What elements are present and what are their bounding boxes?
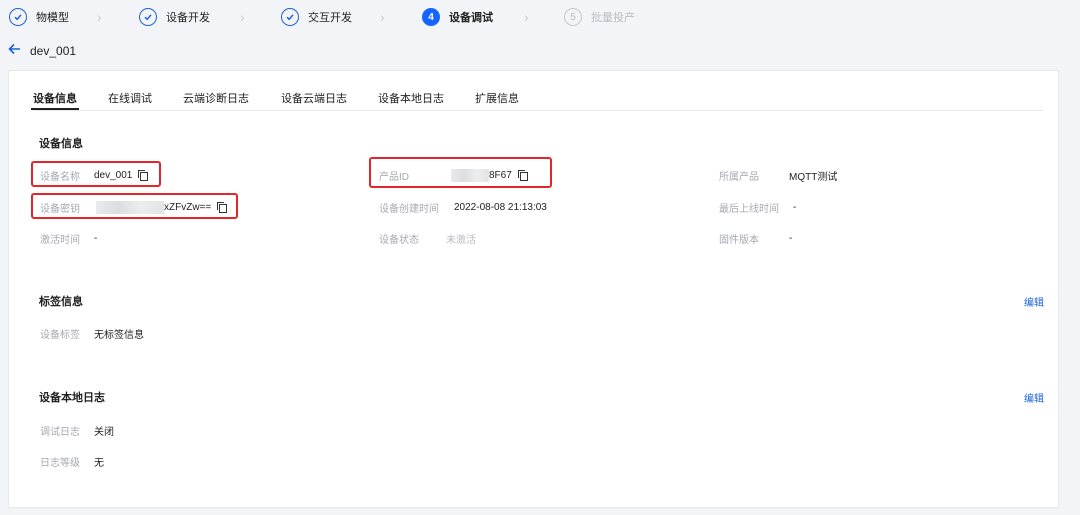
tab-device-info[interactable]: 设备信息 [31,90,79,110]
field-label: 激活时间 [40,234,80,246]
field-label: 设备创建时间 [379,203,439,215]
progress-stepper: 物模型 › 设备开发 › 交互开发 › 4 设备调试 › 5 批量投产 [0,0,1080,34]
field-activated-time: 激活时间 - [40,231,98,246]
chevron-right-icon: › [524,9,529,25]
step-label: 设备调试 [449,12,493,24]
step-label: 交互开发 [308,12,352,24]
step-thing-model[interactable]: 物模型 [9,7,69,27]
highlight-box [369,157,552,188]
field-label: 设备标签 [40,329,80,341]
edit-tag-link[interactable]: 编辑 [1024,294,1044,309]
tab-bar: 设备信息 在线调试 云端诊断日志 设备云端日志 设备本地日志 扩展信息 [31,90,1043,111]
page-header: dev_001 [8,43,76,58]
step-label: 批量投产 [591,12,635,24]
tab-device-local-log[interactable]: 设备本地日志 [378,90,444,106]
log-level-value: 无 [94,457,104,469]
created-time-value: 2022-08-08 21:13:03 [454,201,547,213]
field-log-level: 日志等级 无 [40,454,104,469]
highlight-box [31,161,161,187]
check-icon [281,8,299,26]
product-value: MQTT测试 [789,171,838,183]
tab-online-debug[interactable]: 在线调试 [108,90,152,106]
field-label: 固件版本 [719,234,759,246]
chevron-right-icon: › [97,9,102,25]
chevron-right-icon: › [380,9,385,25]
field-label: 所属产品 [719,171,759,183]
device-detail-card: 设备信息 在线调试 云端诊断日志 设备云端日志 设备本地日志 扩展信息 设备信息… [8,70,1059,508]
check-icon [139,8,157,26]
device-tag-value: 无标签信息 [94,329,144,341]
field-last-online: 最后上线时间 - [719,200,797,215]
field-created-time: 设备创建时间 2022-08-08 21:13:03 [379,200,547,215]
field-label: 调试日志 [40,426,80,438]
device-status-value: 未激活 [446,234,476,246]
activated-time-value: - [94,232,98,244]
tab-device-cloud-log[interactable]: 设备云端日志 [281,90,347,106]
step-device-dev[interactable]: 设备开发 [139,7,210,27]
back-arrow-icon[interactable] [8,43,21,58]
step-number: 4 [422,8,440,26]
field-device-status: 设备状态 未激活 [379,231,476,246]
tab-extended-info[interactable]: 扩展信息 [475,90,519,106]
section-title-local-log: 设备本地日志 [39,392,105,404]
page-title: dev_001 [30,43,77,58]
field-label: 日志等级 [40,457,80,469]
field-label: 最后上线时间 [719,203,779,215]
field-debug-log: 调试日志 关闭 [40,423,114,438]
section-title-device-info: 设备信息 [39,138,83,150]
step-label: 物模型 [36,12,69,24]
debug-log-value: 关闭 [94,426,114,438]
check-icon [9,8,27,26]
chevron-right-icon: › [240,9,245,25]
step-label: 设备开发 [166,12,210,24]
step-device-debug[interactable]: 4 设备调试 [422,7,493,27]
field-label: 设备状态 [379,234,419,246]
section-title-tag-info: 标签信息 [39,296,83,308]
highlight-box [31,193,238,219]
field-product: 所属产品 MQTT测试 [719,168,838,183]
field-device-tag: 设备标签 无标签信息 [40,326,144,341]
field-firmware: 固件版本 - [719,231,793,246]
firmware-value: - [789,232,793,244]
step-mass-production[interactable]: 5 批量投产 [564,7,635,27]
step-number: 5 [564,8,582,26]
edit-local-log-link[interactable]: 编辑 [1024,390,1044,405]
last-online-value: - [793,201,797,213]
tab-cloud-diagnosis-log[interactable]: 云端诊断日志 [183,90,249,106]
step-interaction-dev[interactable]: 交互开发 [281,7,352,27]
